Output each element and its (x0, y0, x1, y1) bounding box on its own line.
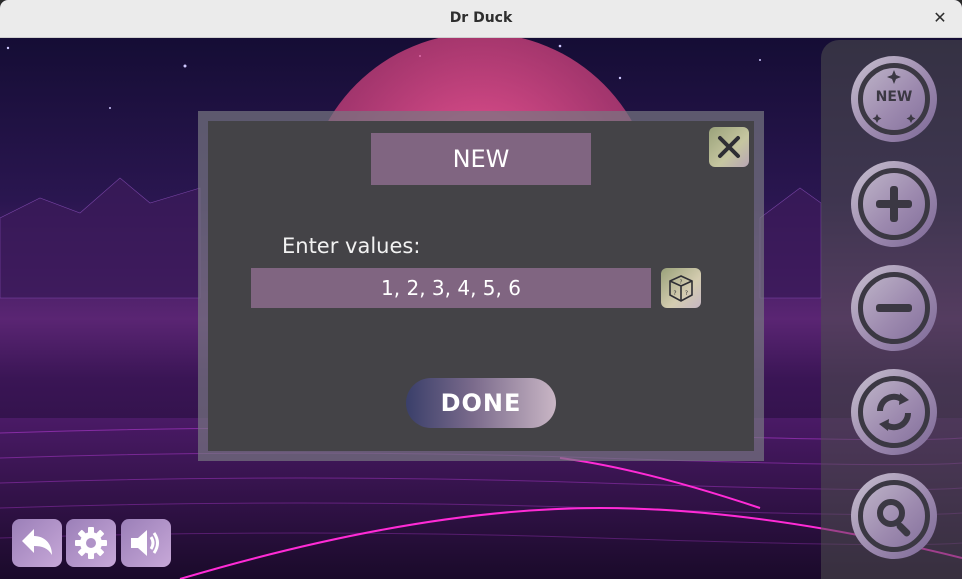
values-input[interactable]: 1, 2, 3, 4, 5, 6 (251, 268, 651, 308)
remove-button[interactable] (851, 265, 937, 351)
random-values-button[interactable]: ? ? ? (661, 268, 701, 308)
svg-text:?: ? (685, 290, 688, 297)
back-button[interactable] (12, 519, 62, 567)
title-bar: Dr Duck ✕ (0, 0, 962, 38)
svg-text:?: ? (673, 290, 676, 297)
close-icon (718, 136, 740, 158)
done-button[interactable]: DONE (406, 378, 556, 428)
search-icon (877, 499, 911, 537)
back-arrow-icon (22, 529, 52, 555)
gear-icon (75, 527, 107, 559)
plus-icon (876, 186, 912, 222)
refresh-icon (876, 393, 912, 431)
sound-button[interactable] (121, 519, 171, 567)
new-button[interactable]: NEW (851, 56, 937, 142)
dialog-title: NEW (371, 133, 591, 185)
app-window: Dr Duck ✕ NEW NEW Enter values: 1, 2, 3,… (0, 0, 962, 579)
window-close-button[interactable]: ✕ (930, 8, 950, 28)
reset-button[interactable] (851, 369, 937, 455)
enter-values-label: Enter values: (282, 234, 421, 258)
add-button[interactable] (851, 161, 937, 247)
search-button[interactable] (851, 473, 937, 559)
minus-icon (876, 304, 912, 312)
side-panel: NEW (821, 40, 962, 579)
window-title: Dr Duck (449, 10, 513, 26)
dialog-close-button[interactable] (709, 127, 749, 167)
dialog-body: NEW Enter values: 1, 2, 3, 4, 5, 6 ? ? ?… (208, 121, 754, 451)
dice-icon: ? ? ? (669, 275, 693, 302)
new-dialog: NEW Enter values: 1, 2, 3, 4, 5, 6 ? ? ?… (198, 111, 764, 461)
svg-text:?: ? (680, 280, 683, 286)
new-button-label: NEW (875, 89, 913, 105)
settings-button[interactable] (66, 519, 116, 567)
speaker-icon (131, 530, 159, 556)
